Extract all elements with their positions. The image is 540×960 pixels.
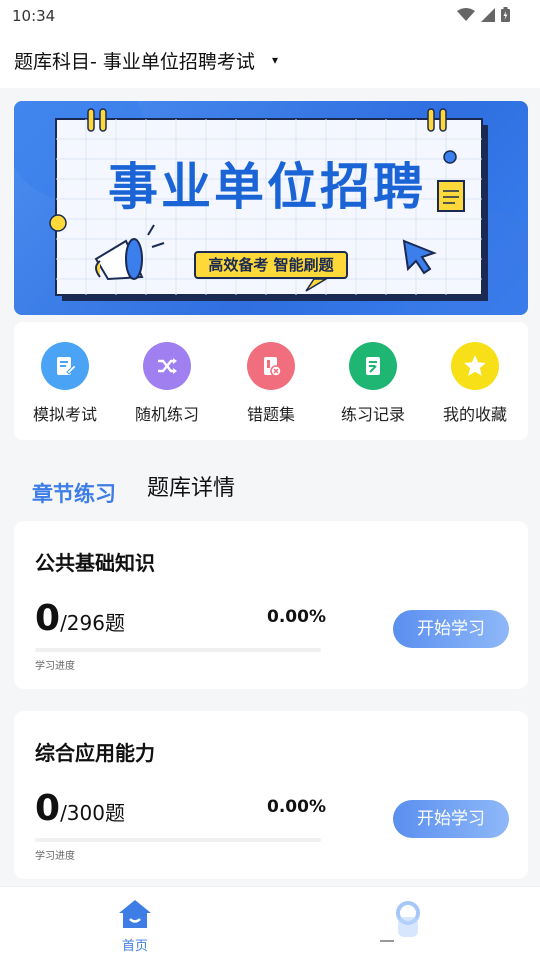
status-time: 10:34	[12, 7, 56, 25]
quick-action-label: 模拟考试	[32, 405, 97, 424]
completed-count: 0	[35, 598, 61, 639]
quick-action-label: 错题集	[246, 405, 295, 424]
bottom-nav: 首页	[0, 886, 540, 960]
banner-subtitle: 高效备考 智能刷题	[194, 251, 348, 279]
quick-action-random-practice[interactable]: 随机练习	[119, 342, 215, 425]
banner-title: 事业单位招聘	[108, 158, 426, 216]
document-icon	[437, 180, 465, 212]
total-count: /296题	[60, 611, 125, 635]
question-count: 0/300题	[35, 788, 125, 829]
status-bar: 10:34	[0, 0, 540, 34]
progress-percent: 0.00%	[267, 797, 326, 817]
total-count: /300题	[60, 801, 125, 825]
quick-actions-card: 模拟考试 随机练习 错题集 练习记录 我的收藏	[14, 322, 528, 440]
chevron-down-icon[interactable]: ▾	[272, 53, 278, 67]
promo-banner[interactable]: 事业单位招聘 高效备考 智能刷题	[14, 101, 528, 315]
tab-bank-detail[interactable]: 题库详情	[147, 470, 235, 502]
nav-item-home[interactable]: 首页	[105, 899, 165, 954]
battery-icon	[501, 7, 510, 22]
nav-item-profile[interactable]	[380, 899, 440, 949]
record-icon	[349, 342, 397, 390]
signal-icon	[481, 7, 495, 22]
quick-action-mock-exam[interactable]: 模拟考试	[17, 342, 113, 425]
quick-action-favorites[interactable]: 我的收藏	[427, 342, 523, 425]
question-count: 0/296题	[35, 598, 125, 639]
home-icon	[119, 900, 151, 928]
quick-action-label: 练习记录	[340, 405, 405, 424]
wrong-questions-icon	[247, 342, 295, 390]
progress-caption: 学习进度	[35, 661, 75, 672]
subject-title: 综合应用能力	[35, 741, 155, 765]
start-study-button[interactable]: 开始学习	[393, 800, 509, 838]
progress-percent: 0.00%	[267, 607, 326, 627]
progress-caption: 学习进度	[35, 851, 75, 862]
quick-action-label: 随机练习	[134, 405, 199, 424]
tab-chapter-practice[interactable]: 章节练习	[32, 478, 116, 508]
star-icon	[451, 342, 499, 390]
profile-icon	[380, 901, 420, 942]
top-bar: 题库科目- 事业单位招聘考试 ▾	[0, 34, 540, 88]
quick-action-wrong-questions[interactable]: 错题集	[223, 342, 319, 425]
start-study-button[interactable]: 开始学习	[393, 610, 509, 648]
subject-selector[interactable]: 题库科目- 事业单位招聘考试	[14, 47, 255, 74]
progress-bar	[35, 838, 321, 842]
completed-count: 0	[35, 788, 61, 829]
subject-title: 公共基础知识	[35, 551, 155, 575]
shuffle-icon	[143, 342, 191, 390]
quick-action-practice-record[interactable]: 练习记录	[325, 342, 421, 425]
progress-bar	[35, 648, 321, 652]
quick-action-label: 我的收藏	[442, 405, 507, 424]
subject-card: 综合应用能力 0/300题 0.00% 学习进度 开始学习	[14, 711, 528, 879]
status-icons	[457, 7, 510, 22]
wifi-icon	[457, 7, 475, 21]
nav-home-label: 首页	[121, 939, 148, 954]
subject-card: 公共基础知识 0/296题 0.00% 学习进度 开始学习	[14, 521, 528, 689]
exam-icon	[41, 342, 89, 390]
